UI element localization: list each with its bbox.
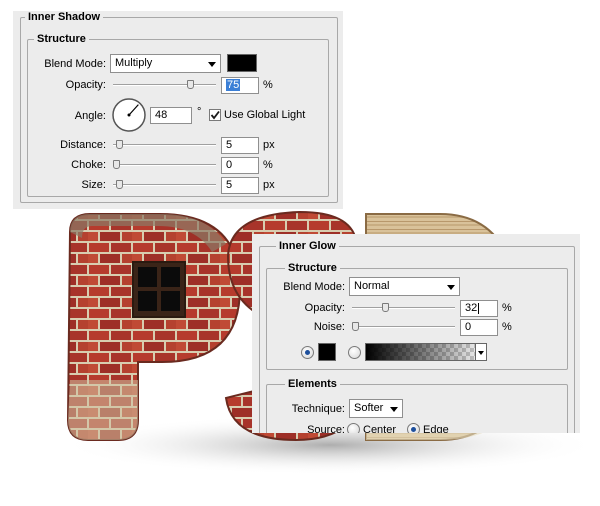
glow-opacity-slider[interactable] [352,303,455,313]
noise-field[interactable]: 0 [460,319,498,336]
size-label: Size: [81,179,106,191]
choke-slider-thumb[interactable] [113,160,120,169]
noise-unit: % [502,321,512,333]
size-unit: px [263,179,275,191]
inner-shadow-panel: Inner Shadow Structure Blend Mode: Multi… [13,11,343,209]
noise-label: Noise: [313,321,345,333]
glow-opacity-field[interactable]: 32 [460,300,498,317]
opacity-slider-thumb[interactable] [187,80,194,89]
glow-blend-mode-value: Normal [354,280,390,292]
technique-label: Technique: [291,403,345,415]
letter-p [66,213,242,441]
distance-field[interactable]: 5 [221,137,259,154]
blend-mode-value: Multiply [115,57,153,69]
noise-slider[interactable] [352,322,455,332]
opacity-unit: % [263,79,273,91]
distance-label: Distance: [60,139,106,151]
blend-mode-dropdown[interactable]: Multiply [110,54,221,73]
distance-slider-thumb[interactable] [116,140,123,149]
chevron-down-icon [390,407,398,412]
blend-mode-label: Blend Mode: [44,58,106,70]
glow-blend-mode-dropdown[interactable]: Normal [349,277,460,296]
use-global-light-checkbox[interactable] [209,109,221,121]
glow-opacity-slider-thumb[interactable] [382,303,389,312]
angle-label: Angle: [74,110,106,122]
glow-structure-title: Structure [285,262,340,275]
shadow-color-swatch[interactable] [227,54,257,72]
inner-glow-panel: Inner Glow Structure Blend Mode: Normal … [252,234,580,433]
glow-color-radio[interactable] [301,346,314,359]
angle-field[interactable]: 48 [150,107,192,124]
distance-unit: px [263,139,275,151]
elements-title: Elements [285,378,340,391]
distance-slider[interactable] [113,140,216,150]
glow-blend-mode-label: Blend Mode: [283,281,345,293]
technique-dropdown[interactable]: Softer [349,399,403,418]
choke-label: Choke: [71,159,106,171]
glow-opacity-unit: % [502,302,512,314]
choke-slider[interactable] [113,160,216,170]
inner-shadow-title: Inner Shadow [25,11,104,24]
opacity-label: Opacity: [65,79,106,91]
glow-opacity-label: Opacity: [304,302,345,314]
choke-field[interactable]: 0 [221,157,259,174]
choke-unit: % [263,159,273,171]
inner-glow-title: Inner Glow [276,240,339,253]
source-edge-label: Edge [423,424,449,433]
size-field[interactable]: 5 [221,177,259,194]
glow-color-swatch[interactable] [318,343,336,361]
chevron-down-icon [208,62,216,67]
angle-dial[interactable] [111,97,147,133]
use-global-light-label: Use Global Light [224,109,306,121]
glow-gradient-dropdown[interactable] [475,343,487,361]
angle-unit: ° [197,106,202,118]
source-center-label: Center [363,424,397,433]
glow-gradient-picker[interactable] [365,343,487,361]
opacity-slider[interactable] [113,80,216,90]
size-slider[interactable] [113,180,216,190]
opacity-field[interactable]: 75 [221,77,259,94]
structure-title: Structure [34,33,89,46]
chevron-down-icon [447,285,455,290]
source-label: Source: [307,424,345,433]
size-slider-thumb[interactable] [116,180,123,189]
chevron-down-icon [478,351,484,355]
checkmark-icon [210,110,220,120]
noise-slider-thumb[interactable] [352,322,359,331]
source-center-radio[interactable] [347,423,360,433]
source-edge-radio[interactable] [407,423,420,433]
technique-value: Softer [354,402,384,414]
glow-gradient-radio[interactable] [348,346,361,359]
